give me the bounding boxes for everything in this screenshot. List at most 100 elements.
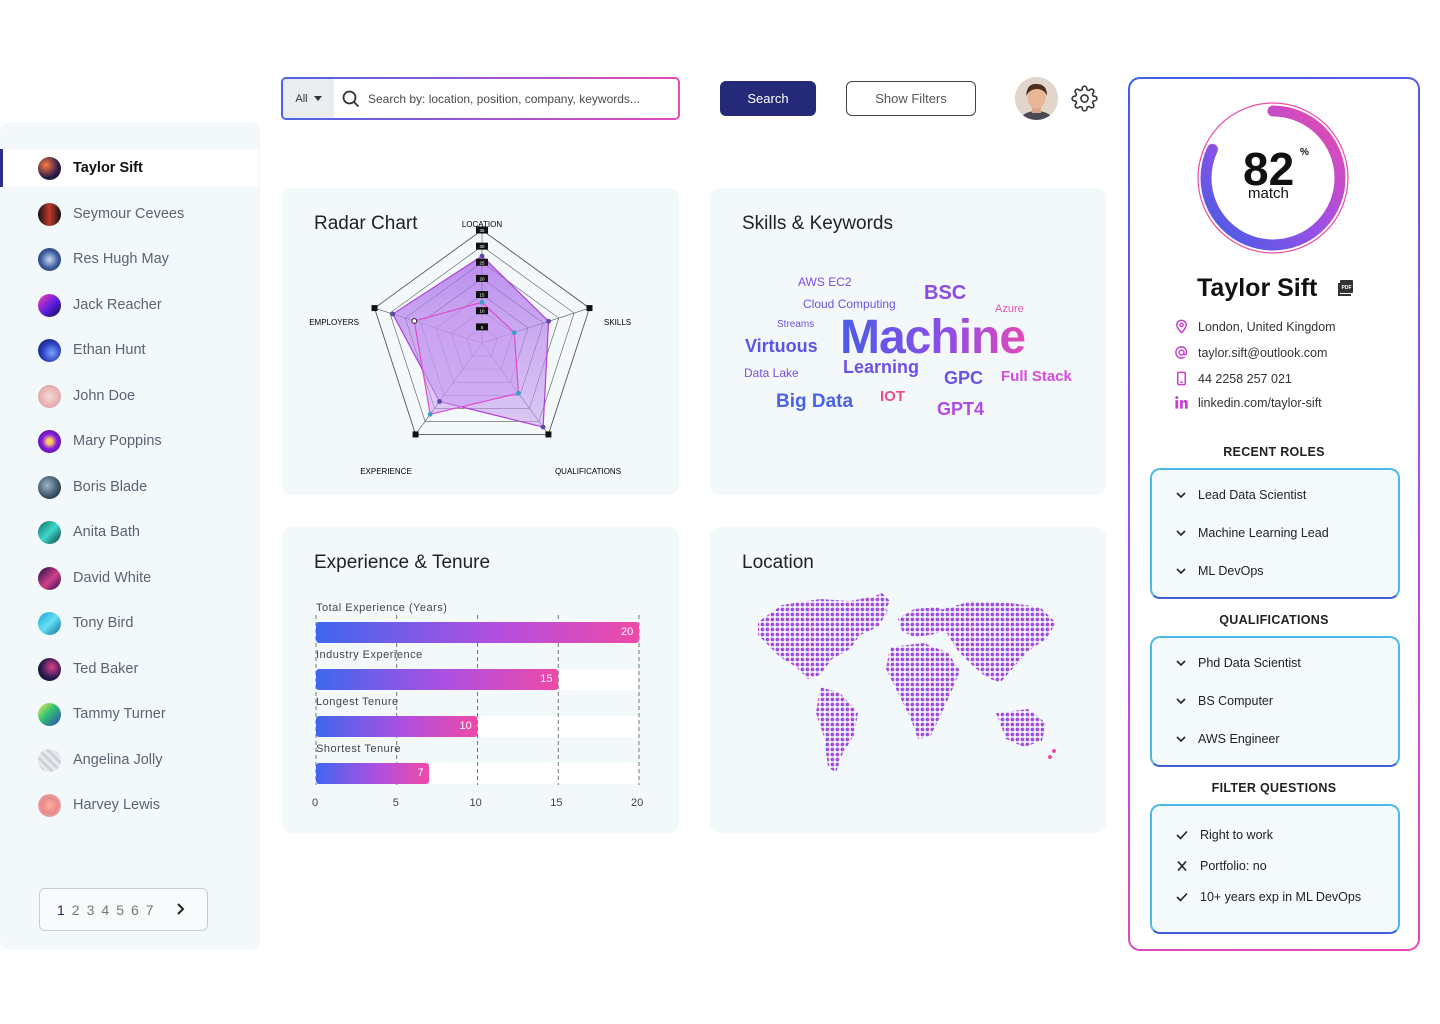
search-scope-value: All — [295, 92, 308, 105]
check-icon — [1176, 830, 1188, 840]
contact-phone[interactable]: 44 2258 257 021 — [1174, 371, 1292, 386]
recent-roles-title: RECENT ROLES — [1223, 445, 1325, 459]
show-filters-button[interactable]: Show Filters — [846, 81, 976, 116]
search-scope-select[interactable]: All — [283, 79, 334, 118]
candidate-item-taylor-sift[interactable]: Taylor Sift — [0, 149, 258, 187]
bar-category-label: Longest Tenure — [316, 696, 399, 708]
candidate-item-boris-blade[interactable]: Boris Blade — [0, 468, 258, 506]
chevron-down-icon — [1176, 492, 1186, 499]
match-percent-symbol: % — [1300, 147, 1309, 158]
radar-scale-label: 25 — [479, 260, 485, 265]
page-link-6[interactable]: 6 — [131, 902, 139, 918]
candidate-item-tammy-turner[interactable]: Tammy Turner — [0, 695, 258, 733]
experience-bar-chart — [315, 615, 640, 785]
next-page-icon[interactable] — [175, 901, 187, 922]
candidate-item-angelina-jolly[interactable]: Angelina Jolly — [0, 741, 258, 779]
candidate-item-seymour-cevees[interactable]: Seymour Cevees — [0, 195, 258, 233]
bar-category-label: Total Experience (Years) — [316, 602, 448, 614]
role-item[interactable]: Lead Data Scientist — [1176, 488, 1306, 502]
page-link-3[interactable]: 3 — [87, 902, 95, 918]
map-dot-nz — [1052, 749, 1056, 753]
candidate-item-mary-poppins[interactable]: Mary Poppins — [0, 422, 258, 460]
radar-point — [546, 318, 552, 324]
world-map — [758, 593, 1056, 773]
email-text: taylor.sift@outlook.com — [1198, 345, 1328, 360]
search-button[interactable]: Search — [720, 81, 816, 116]
pagination: 1 2 3 4 5 6 7 — [39, 888, 208, 931]
skills-card-title: Skills & Keywords — [742, 213, 893, 234]
search-icon — [334, 79, 368, 118]
radar-axis-label-qualifications: QUALIFICATIONS — [555, 467, 621, 476]
radar-axis-label-skills: SKILLS — [604, 318, 631, 327]
filter-question-item: Portfolio: no — [1176, 859, 1267, 873]
page-link-1[interactable]: 1 — [57, 902, 65, 918]
page-link-2[interactable]: 2 — [72, 902, 80, 918]
skill-keyword: Learning — [843, 357, 920, 377]
candidate-item-anita-bath[interactable]: Anita Bath — [0, 513, 258, 551]
x-axis-tick-label: 0 — [312, 797, 319, 809]
qualification-item[interactable]: Phd Data Scientist — [1176, 656, 1301, 670]
candidate-item-ted-baker[interactable]: Ted Baker — [0, 650, 258, 688]
candidate-item-tony-bird[interactable]: Tony Bird — [0, 604, 258, 642]
candidate-name: Jack Reacher — [73, 297, 162, 313]
gear-icon[interactable] — [1071, 85, 1098, 117]
bar-value-label: 10 — [459, 720, 472, 732]
qualification-label: AWS Engineer — [1198, 732, 1280, 746]
qualification-item[interactable]: BS Computer — [1176, 694, 1273, 708]
contact-linkedin[interactable]: linkedin.com/taylor-sift — [1174, 395, 1322, 410]
page-link-7[interactable]: 7 — [146, 902, 154, 918]
location-text: London, United Kingdom — [1198, 319, 1336, 334]
skill-keyword: BSC — [924, 282, 967, 304]
candidate-name: Ethan Hunt — [73, 342, 146, 358]
candidate-name: Tammy Turner — [73, 706, 166, 722]
role-item[interactable]: Machine Learning Lead — [1176, 526, 1329, 540]
candidate-item-harvey-lewis[interactable]: Harvey Lewis — [0, 786, 258, 824]
candidate-sidebar: Taylor Sift Seymour Cevees Res Hugh May … — [0, 122, 260, 950]
candidate-avatar — [38, 247, 61, 271]
page-link-4[interactable]: 4 — [101, 902, 109, 918]
radar-point — [390, 311, 396, 317]
qualification-label: BS Computer — [1198, 694, 1274, 708]
candidate-item-jack-reacher[interactable]: Jack Reacher — [0, 286, 258, 324]
radar-scale-label: 20 — [479, 276, 485, 281]
radar-axis-label-location: LOCATION — [462, 220, 503, 229]
filter-question-label: 10+ years exp in ML DevOps — [1200, 890, 1362, 904]
filter-questions-box: Right to work Portfolio: no 10+ years ex… — [1150, 804, 1400, 934]
chevron-down-icon — [1176, 530, 1186, 537]
radar-axis-marker — [412, 431, 419, 438]
bar — [316, 669, 559, 690]
radar-axis-marker — [586, 305, 593, 312]
pdf-icon[interactable]: PDF — [1337, 279, 1355, 302]
page-link-5[interactable]: 5 — [116, 902, 124, 918]
location-card: Location — [710, 527, 1106, 833]
candidate-name: Harvey Lewis — [73, 797, 161, 813]
candidate-item-david-white[interactable]: David White — [0, 559, 258, 597]
candidate-item-john-doe[interactable]: John Doe — [0, 377, 258, 415]
contact-email[interactable]: taylor.sift@outlook.com — [1174, 345, 1327, 360]
linkedin-text: linkedin.com/taylor-sift — [1198, 395, 1322, 410]
at-sign-icon — [1175, 346, 1188, 359]
bar — [316, 622, 639, 643]
qualification-label: Phd Data Scientist — [1198, 656, 1301, 670]
radar-point — [411, 318, 418, 324]
radar-axis-marker — [545, 431, 552, 438]
radar-scale-label: 10 — [479, 309, 485, 314]
radar-axis-label-experience: EXPERIENCE — [360, 467, 412, 476]
filter-questions-title: FILTER QUESTIONS — [1211, 781, 1337, 795]
skill-keyword: AWS EC2 — [798, 275, 852, 289]
x-axis-tick-label: 5 — [392, 797, 399, 809]
candidate-name: Mary Poppins — [73, 433, 162, 449]
radar-scale-label: 15 — [479, 293, 485, 298]
candidate-item-ethan-hunt[interactable]: Ethan Hunt — [0, 331, 258, 369]
radar-point — [479, 253, 485, 259]
role-item[interactable]: ML DevOps — [1176, 564, 1264, 578]
radar-point — [511, 330, 517, 335]
candidate-name: Seymour Cevees — [73, 206, 185, 222]
x-axis-tick-label: 20 — [631, 797, 644, 809]
candidate-avatar — [38, 702, 61, 726]
search-input[interactable] — [368, 79, 678, 118]
candidate-item-res-hugh-may[interactable]: Res Hugh May — [0, 240, 258, 278]
filter-question-item: Right to work — [1176, 828, 1273, 842]
user-avatar[interactable] — [1015, 77, 1058, 120]
qualification-item[interactable]: AWS Engineer — [1176, 732, 1280, 746]
